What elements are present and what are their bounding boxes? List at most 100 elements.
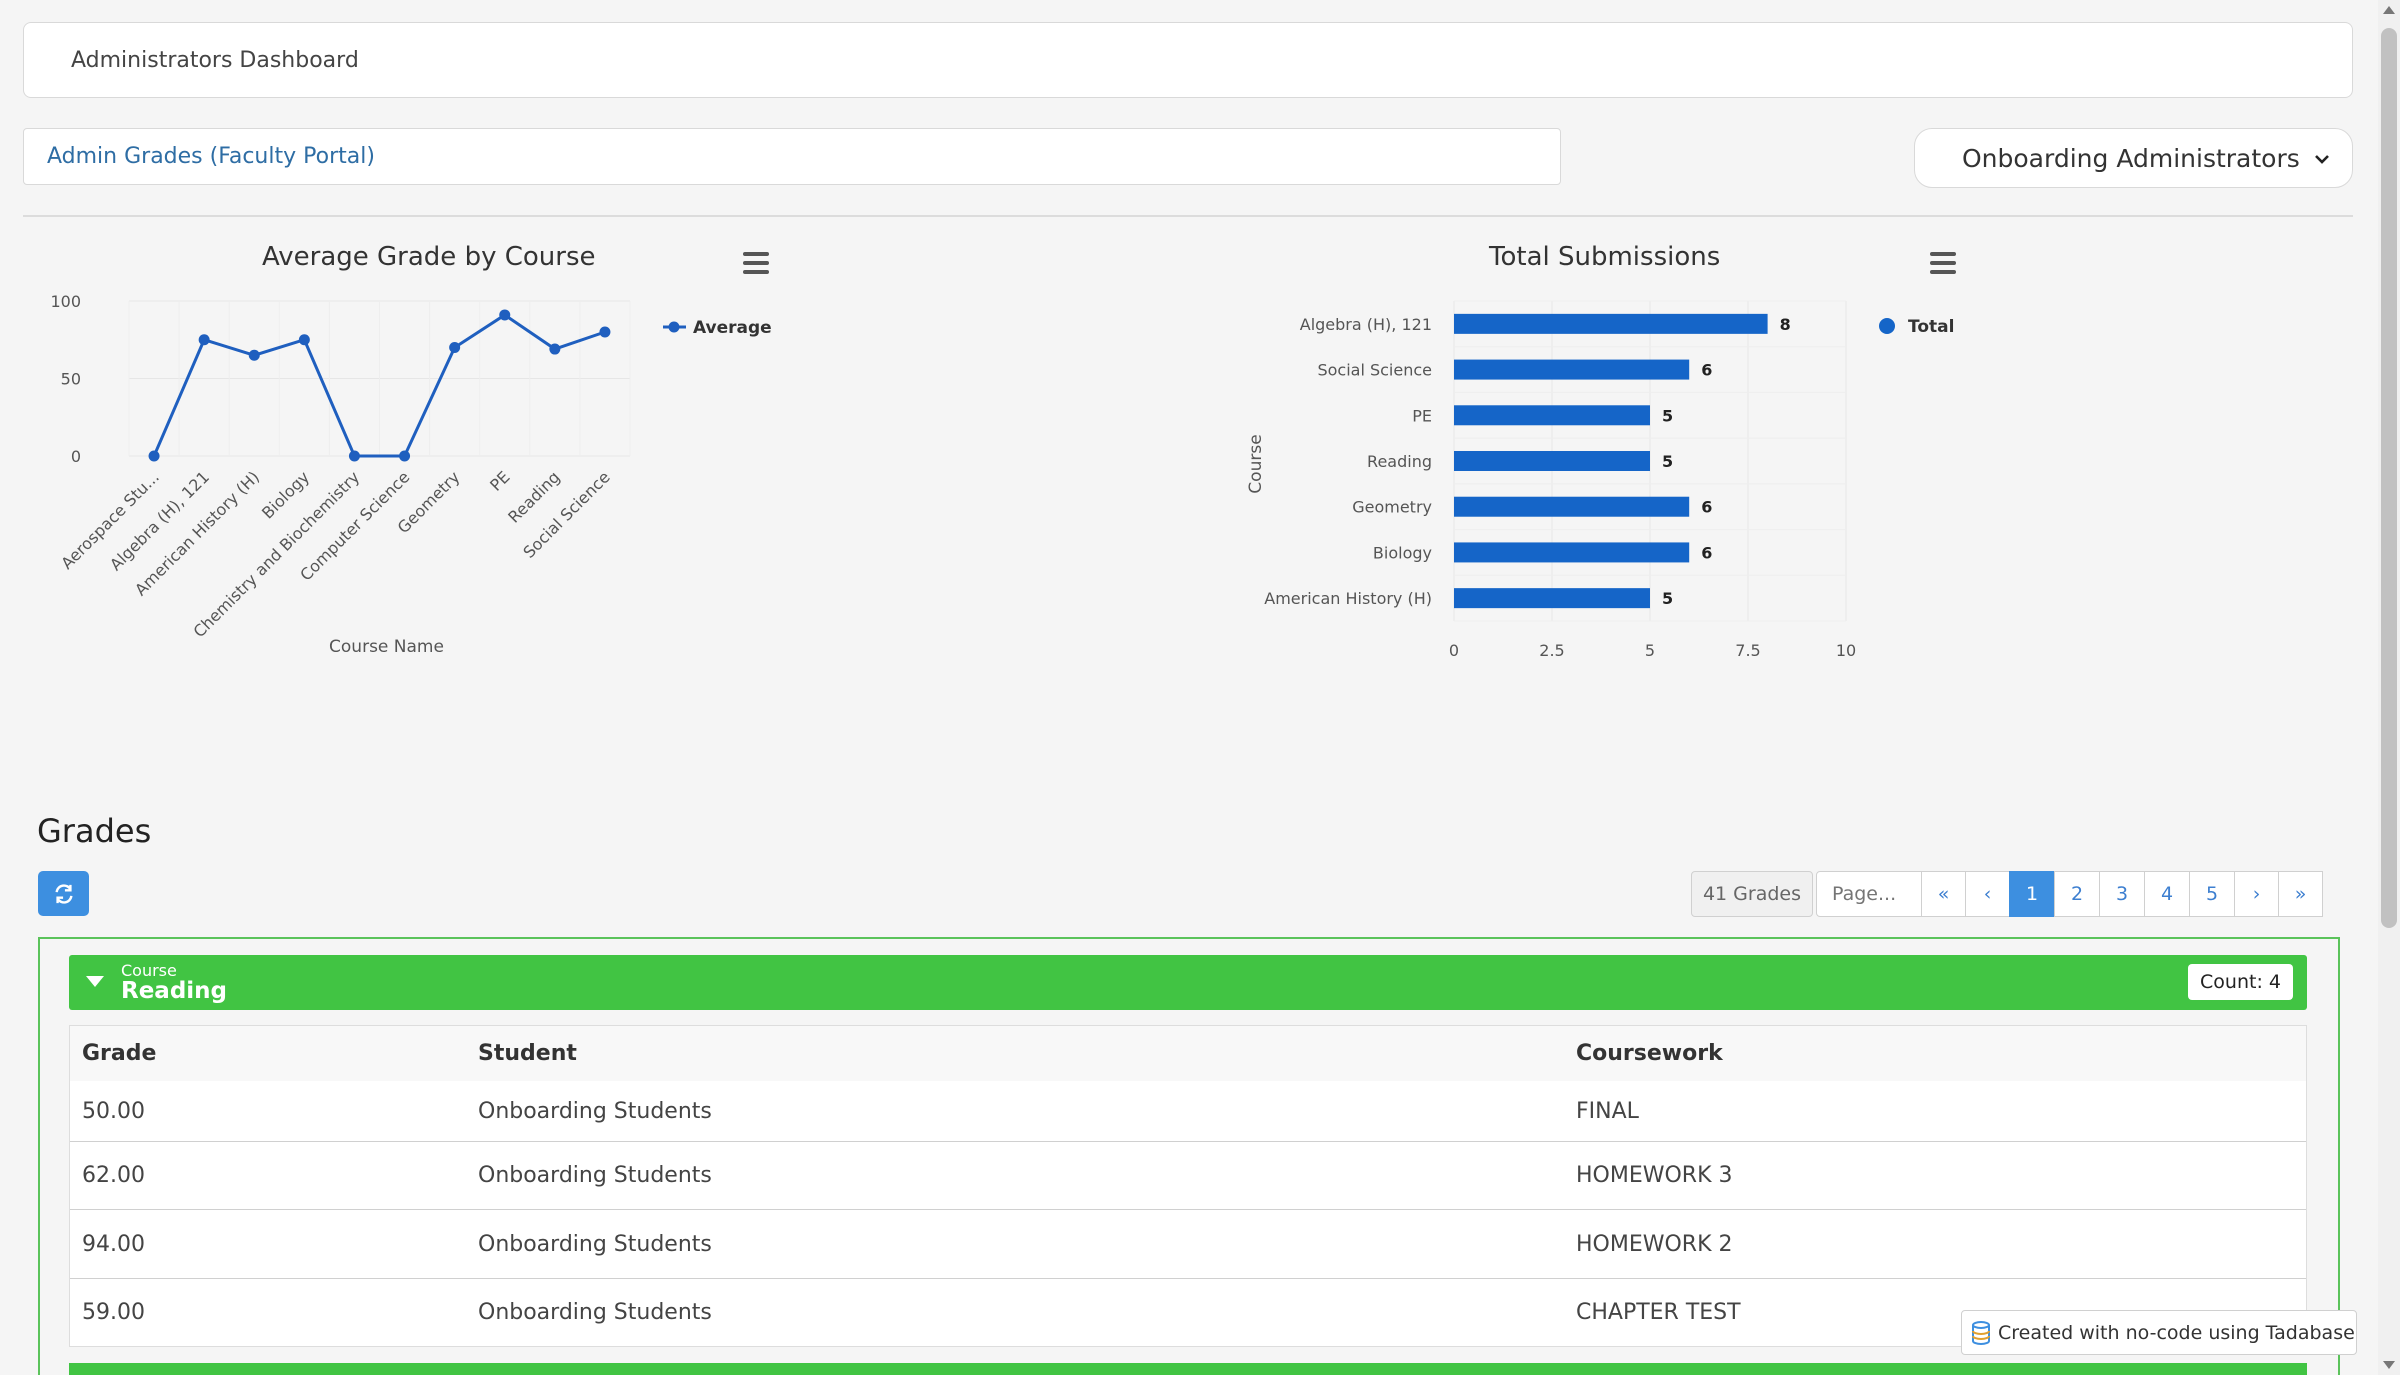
page-input[interactable] (1816, 871, 1923, 917)
legend-marker-icon (668, 321, 680, 333)
y-tick-label: Social Science (1317, 361, 1432, 380)
grades-section-title: Grades (37, 812, 152, 850)
bar (1454, 451, 1650, 471)
cell-grade: 59.00 (82, 1300, 145, 1325)
scroll-up-icon[interactable] (2383, 6, 2395, 14)
bar (1454, 405, 1650, 426)
legend-label: Average (693, 318, 772, 338)
group-value: Reading (121, 978, 228, 1004)
cell-student: Onboarding Students (478, 1231, 712, 1257)
data-label: 5 (1662, 589, 1673, 608)
cell-student: Onboarding Students (478, 1098, 712, 1124)
y-tick-label: 50 (61, 370, 81, 389)
next-group-header[interactable] (69, 1363, 2307, 1375)
user-menu-dropdown[interactable]: Onboarding Administrators (1914, 128, 2353, 188)
y-axis-title: Course (1246, 434, 1266, 493)
y-tick-label: Algebra (H), 121 (1300, 315, 1432, 334)
page-button-3[interactable]: 3 (2099, 871, 2145, 917)
scroll-down-icon[interactable] (2383, 1361, 2395, 1369)
user-menu-label: Onboarding Administrators (1962, 143, 2300, 173)
divider (23, 215, 2353, 217)
y-tick-label: 0 (71, 447, 81, 466)
scroll-thumb[interactable] (2381, 28, 2397, 928)
pager-arrow-button[interactable]: « (1921, 871, 1966, 917)
tadabase-badge[interactable]: Created with no-code using Tadabase (1961, 1310, 2357, 1355)
page-button-2[interactable]: 2 (2054, 871, 2100, 917)
column-header-student[interactable]: Student (466, 1041, 1564, 1066)
x-tick-label: 10 (1836, 641, 1856, 660)
table-header: Grade Student Coursework (70, 1026, 2306, 1081)
y-tick-label: Reading (1367, 452, 1432, 471)
database-icon (1972, 1320, 1990, 1345)
refresh-button[interactable] (38, 871, 89, 916)
page-button-1[interactable]: 1 (2009, 871, 2055, 917)
bar (1454, 359, 1690, 380)
data-point (499, 309, 511, 321)
data-label: 5 (1662, 452, 1673, 471)
cell-grade: 62.00 (82, 1163, 145, 1188)
chevron-down-icon (2315, 155, 2329, 164)
bar-chart-menu-icon[interactable] (1930, 252, 1956, 274)
bar-chart-title: Total Submissions (1489, 242, 1721, 272)
y-tick-label: PE (1412, 406, 1432, 425)
cell-grade: 94.00 (82, 1231, 145, 1257)
group-count-badge: Count: 4 (2188, 964, 2293, 1000)
bar-chart: 0 2.5 5 7.5 10 8 Algebra (H), 121 6 Social Scien… (1246, 300, 1954, 660)
data-label: 6 (1701, 498, 1712, 517)
cell-coursework: FINAL (1576, 1098, 1639, 1124)
dashboard-header: Administrators Dashboard (23, 22, 2353, 98)
table-row[interactable]: 50.00 Onboarding Students FINAL (70, 1081, 2306, 1141)
data-point (449, 342, 461, 353)
line-chart-menu-icon[interactable] (743, 252, 769, 274)
pagination: «‹ 1 2 3 4 5 ›» (1921, 871, 2323, 917)
x-tick-label: PE (486, 467, 513, 494)
refresh-icon (54, 883, 73, 904)
x-tick-label: Social Science (519, 467, 613, 561)
data-point (599, 326, 611, 338)
page-button-5[interactable]: 5 (2189, 871, 2235, 917)
x-tick-label: 5 (1645, 641, 1655, 660)
badge-label: Created with no-code using Tadabase (1998, 1321, 2355, 1344)
data-label: 5 (1662, 406, 1673, 425)
pager-arrow-button[interactable]: » (2278, 871, 2323, 917)
group-header-reading[interactable]: Course Reading Count: 4 (69, 955, 2307, 1010)
data-point (198, 334, 210, 346)
x-tick-label: 2.5 (1539, 641, 1564, 660)
data-point (298, 334, 310, 346)
data-label: 6 (1701, 361, 1712, 380)
pager-arrow-button[interactable]: › (2234, 871, 2279, 917)
bar (1454, 496, 1690, 517)
cell-coursework: HOMEWORK 3 (1576, 1163, 1733, 1188)
y-tick-label: Biology (1373, 543, 1432, 562)
breadcrumb-link[interactable]: Admin Grades (Faculty Portal) (47, 144, 375, 169)
bar (1454, 588, 1650, 609)
legend-label: Total (1908, 317, 1954, 337)
page-title: Administrators Dashboard (71, 47, 359, 73)
y-tick-label: Geometry (1352, 498, 1432, 517)
page-button-4[interactable]: 4 (2144, 871, 2190, 917)
column-header-grade[interactable]: Grade (70, 1041, 466, 1066)
table-row[interactable]: 94.00 Onboarding Students HOMEWORK 2 (70, 1209, 2306, 1278)
line-chart-title: Average Grade by Course (262, 242, 596, 272)
y-tick-label: 100 (50, 292, 81, 311)
x-tick-label: 0 (1449, 641, 1459, 660)
cell-student: Onboarding Students (478, 1300, 712, 1325)
legend-marker-icon (1879, 318, 1895, 334)
data-label: 6 (1701, 543, 1712, 562)
cell-coursework: HOMEWORK 2 (1576, 1231, 1733, 1257)
breadcrumb: Admin Grades (Faculty Portal) (23, 128, 1561, 185)
grades-count: 41 Grades (1691, 871, 1813, 917)
line-chart: 050100Aerospace Stu...Algebra (H), 121Am… (50, 292, 772, 657)
bar (1454, 313, 1768, 334)
y-tick-label: American History (H) (1264, 589, 1432, 608)
data-point (348, 450, 360, 462)
table-row[interactable]: 62.00 Onboarding Students HOMEWORK 3 (70, 1141, 2306, 1209)
data-point (148, 450, 160, 462)
pager-arrow-button[interactable]: ‹ (1965, 871, 2010, 917)
page-scrollbar[interactable] (2378, 0, 2400, 1375)
x-tick-label: 7.5 (1735, 641, 1760, 660)
column-header-coursework[interactable]: Coursework (1564, 1041, 1723, 1066)
grades-table: Grade Student Coursework 50.00 Onboardin… (69, 1025, 2307, 1347)
data-label: 8 (1780, 315, 1791, 334)
collapse-triangle-icon[interactable] (86, 976, 104, 987)
